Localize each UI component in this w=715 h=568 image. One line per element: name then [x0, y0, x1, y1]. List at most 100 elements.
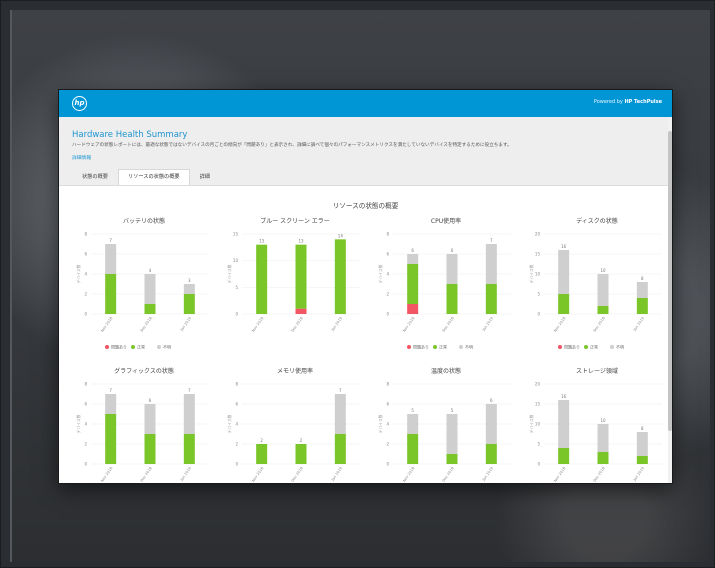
bar-segment-正常: [407, 434, 419, 464]
bar-segment-正常: [485, 284, 497, 314]
legend-label: 不明: [163, 345, 171, 350]
bar-total-label: 16: [561, 394, 567, 399]
legend-dot: [433, 345, 437, 349]
y-tick-label: 0: [235, 312, 238, 317]
y-tick-label: 6: [235, 402, 238, 407]
y-tick-label: 0: [235, 462, 238, 467]
tab-resource-status-overview[interactable]: リソースの状態の概要: [117, 169, 190, 185]
y-tick-label: 0: [537, 462, 540, 467]
y-axis-label: デバイス数: [76, 414, 81, 433]
x-tick-label: Nov 2018: [553, 466, 567, 483]
y-axis-label: デバイス数: [227, 264, 232, 283]
legend-label: 正常: [590, 344, 598, 350]
chart-card-2: CPU使用率 0 2 4 6 8 デバイス数 6 Nov 2018 6 Dec 2018 7 Jan 2…: [371, 216, 521, 356]
chart-title: ストレージ領域: [576, 368, 618, 375]
y-tick-label: 4: [84, 422, 87, 427]
bar-total-label: 4: [149, 268, 152, 273]
bar-segment-不明: [334, 394, 346, 434]
bar-segment-正常: [636, 298, 648, 314]
x-tick-label: Jan 2019: [632, 466, 645, 483]
bar-segment-不明: [485, 404, 497, 444]
chart-card-6: 温度の状態 0 2 4 6 8 デバイス数 5 Nov 2018 5 Dec 2018 6 Jan 20…: [371, 366, 521, 483]
app-window: hp Powered by HP TechPulse Hardware Heal…: [59, 90, 672, 483]
chart-card-5: メモリ使用率 0 2 4 6 8 デバイス数 2 Nov 2018 2 Dec 2018 7 Jan 2…: [220, 366, 370, 483]
powered-prefix: Powered by: [593, 99, 623, 105]
x-tick-label: Jan 2019: [179, 316, 192, 333]
bar-total-label: 7: [109, 388, 112, 393]
y-tick-label: 10: [535, 422, 541, 427]
chart-title: メモリ使用率: [276, 368, 313, 375]
bar-segment-不明: [485, 244, 497, 284]
chart-legend: 問題あり 正常 不明: [105, 344, 171, 350]
bar-total-label: 13: [259, 239, 265, 244]
hp-logo-icon[interactable]: hp: [72, 96, 87, 111]
bar-total-label: 2: [260, 438, 263, 443]
bar-total-label: 16: [561, 244, 567, 249]
legend-dot: [131, 345, 135, 349]
bar-segment-不明: [105, 394, 117, 414]
chart-card-7: ストレージ領域 0 5 10 15 20 デバイス数 16 Nov 2018 10 Dec 2018…: [522, 366, 672, 483]
y-tick-label: 8: [386, 232, 389, 237]
x-tick-label: Dec 2018: [442, 466, 456, 483]
y-tick-label: 8: [386, 382, 389, 387]
x-tick-label: Dec 2018: [291, 316, 305, 333]
bar-segment-正常: [446, 284, 458, 314]
bar-segment-不明: [597, 424, 609, 452]
bar-total-label: 7: [188, 388, 191, 393]
stacked-bar-chart: 0 2 4 6 8 デバイス数 2 Nov 2018 2 Dec 2018 7 Jan 2019: [227, 382, 360, 483]
bar-segment-不明: [105, 244, 117, 274]
bar-segment-不明: [446, 414, 458, 454]
chart-title: ブルー スクリーン エラー: [260, 218, 330, 225]
legend-dot: [558, 345, 562, 349]
y-tick-label: 0: [386, 312, 389, 317]
x-tick-label: Dec 2018: [593, 316, 607, 333]
bar-segment-正常: [485, 444, 497, 464]
y-tick-label: 15: [535, 402, 541, 407]
stacked-bar-chart: 0 2 4 6 8 デバイス数 7 Nov 2018 4 Dec 2018 3 Jan 2019 問題あ…: [76, 232, 209, 350]
legend-label: 正常: [439, 344, 447, 350]
top-bar: hp Powered by HP TechPulse: [59, 90, 672, 117]
x-tick-label: Jan 2019: [481, 316, 494, 333]
stacked-bar-chart: 0 2 4 6 8 デバイス数 7 Nov 2018 6 Dec 2018 7 Jan 2019: [76, 382, 209, 483]
bar-segment-不明: [636, 432, 648, 456]
stacked-bar-chart: 0 5 10 15 20 デバイス数 16 Nov 2018 10 Dec 2018 8 Jan 20…: [529, 232, 662, 350]
y-tick-label: 5: [537, 442, 540, 447]
bar-segment-正常: [144, 304, 156, 314]
y-tick-label: 0: [84, 462, 87, 467]
y-tick-label: 6: [386, 402, 389, 407]
y-tick-label: 2: [84, 292, 87, 297]
y-tick-label: 4: [235, 422, 238, 427]
legend-dot: [459, 345, 463, 349]
bar-segment-正常: [407, 264, 419, 304]
bar-segment-不明: [144, 404, 156, 434]
x-tick-label: Dec 2018: [140, 316, 154, 333]
tab-details[interactable]: 詳細: [190, 169, 220, 185]
vertical-scrollbar[interactable]: [668, 117, 672, 483]
bar-total-label: 8: [641, 426, 644, 431]
bar-total-label: 7: [490, 238, 493, 243]
scrollbar-thumb[interactable]: [668, 131, 672, 431]
x-tick-label: Nov 2018: [100, 316, 114, 333]
bar-total-label: 14: [338, 233, 344, 238]
y-tick-label: 8: [235, 382, 238, 387]
chart-card-0: バッテリの状態 0 2 4 6 8 デバイス数 7 Nov 2018 4 Dec 2018 3 Jan …: [69, 216, 219, 356]
bar-segment-不明: [407, 414, 419, 434]
bar-total-label: 6: [411, 248, 414, 253]
details-link[interactable]: 詳細情報: [72, 154, 91, 161]
tab-status-overview[interactable]: 状態の概要: [72, 169, 118, 185]
y-tick-label: 2: [386, 292, 389, 297]
y-tick-label: 0: [386, 462, 389, 467]
legend-label: 問題あり: [564, 344, 580, 350]
bar-segment-不明: [407, 254, 419, 264]
bar-total-label: 8: [641, 276, 644, 281]
bar-total-label: 13: [298, 239, 304, 244]
powered-brand: HP TechPulse: [624, 99, 662, 105]
page-title: Hardware Health Summary: [72, 130, 188, 140]
y-tick-label: 15: [233, 232, 239, 237]
tab-bar: 状態の概要 リソースの状態の概要 詳細: [72, 169, 220, 185]
stacked-bar-chart: 0 2 4 6 8 デバイス数 6 Nov 2018 6 Dec 2018 7 Jan 2019 問題あ…: [378, 232, 511, 350]
y-axis-label: デバイス数: [529, 414, 534, 433]
bar-segment-正常: [105, 414, 117, 464]
bar-segment-不明: [183, 394, 195, 434]
legend-label: 問題あり: [413, 344, 429, 350]
